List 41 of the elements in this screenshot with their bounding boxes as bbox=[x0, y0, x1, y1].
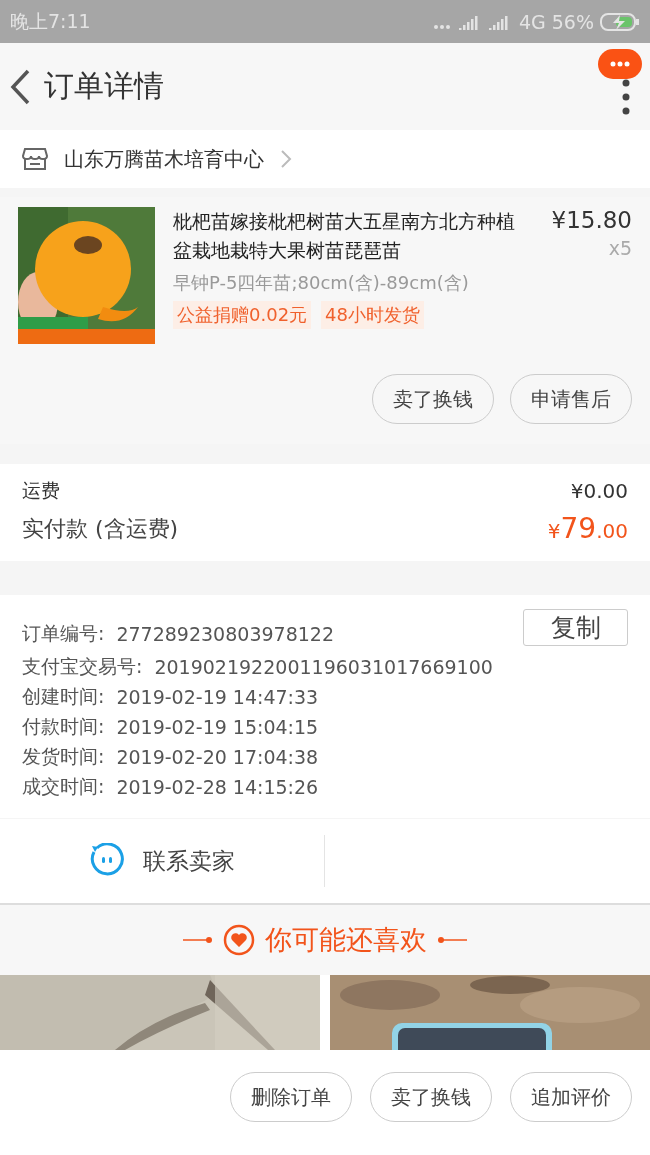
page-title: 订单详情 bbox=[44, 67, 164, 105]
status-time: 晚上7:11 bbox=[10, 8, 91, 34]
line-dot-icon bbox=[183, 936, 213, 944]
back-icon[interactable] bbox=[8, 67, 32, 106]
battery-percent: 56% bbox=[551, 10, 594, 33]
unit-price: ¥15.80 bbox=[551, 207, 632, 233]
chevron-right-icon bbox=[280, 149, 292, 169]
item-action-button[interactable]: 申请售后 bbox=[510, 374, 632, 424]
info-label: 成交时间: bbox=[22, 774, 105, 799]
shop-name: 山东万腾苗木培育中心 bbox=[64, 145, 264, 173]
info-label: 订单编号: bbox=[22, 620, 105, 646]
item-action-button[interactable]: 卖了换钱 bbox=[372, 374, 494, 424]
fee-value: ¥0.00 bbox=[570, 479, 628, 503]
order-action-button[interactable]: 卖了换钱 bbox=[370, 1072, 492, 1122]
fee-label: 运费 bbox=[22, 478, 60, 503]
recommend-title: 你可能还喜欢 bbox=[265, 923, 427, 957]
dot-line-icon bbox=[437, 936, 467, 944]
product-title: 枇杷苗嫁接枇杷树苗大五星南方北方种植盆栽地栽特大果树苗琵琶苗 bbox=[173, 209, 516, 263]
copy-button[interactable]: 复制 bbox=[523, 609, 628, 646]
info-label: 发货时间: bbox=[22, 744, 105, 769]
order-action-button[interactable]: 追加评价 bbox=[510, 1072, 632, 1122]
order-action-button[interactable]: 删除订单 bbox=[230, 1072, 352, 1122]
info-value: 2019021922001196031017669100 bbox=[154, 656, 493, 678]
network-type: 4G bbox=[518, 10, 546, 33]
info-value: 2019-02-19 14:47:33 bbox=[116, 686, 319, 708]
info-value: 277289230803978122 bbox=[116, 622, 334, 645]
info-value: 2019-02-28 14:15:26 bbox=[116, 776, 319, 798]
product-tag: 48小时发货 bbox=[321, 301, 424, 329]
info-label: 创建时间: bbox=[22, 684, 105, 709]
info-label: 付款时间: bbox=[22, 714, 105, 739]
total-label: 实付款 (含运费) bbox=[22, 514, 179, 543]
shop-row[interactable]: 山东万腾苗木培育中心 bbox=[0, 130, 650, 188]
quantity: x5 bbox=[608, 237, 632, 259]
shop-icon bbox=[22, 147, 48, 171]
info-value: 2019-02-19 15:04:15 bbox=[116, 716, 319, 738]
info-label: 支付宝交易号: bbox=[22, 654, 143, 679]
total-amount: ¥79.00 bbox=[547, 512, 628, 545]
product-tag: 公益捐赠0.02元 bbox=[173, 301, 312, 329]
product-spec: 早钟P-5四年苗;80cm(含)-89cm(含) bbox=[173, 271, 470, 295]
dots-icon bbox=[610, 61, 630, 67]
info-value: 2019-02-20 17:04:38 bbox=[116, 746, 319, 768]
